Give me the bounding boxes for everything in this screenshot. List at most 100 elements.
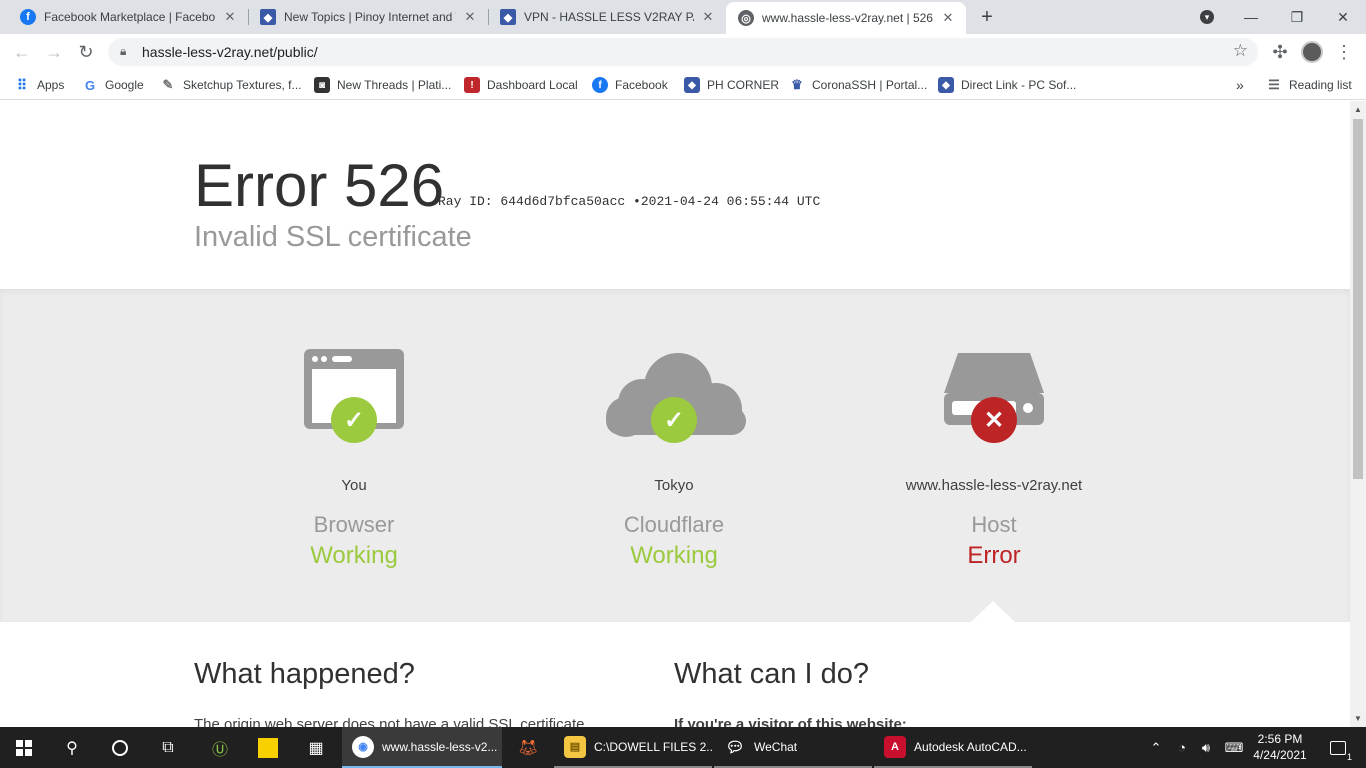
show-hidden-icons[interactable]: ⌃ <box>1142 727 1170 768</box>
qr-code-icon[interactable]: ▦ <box>292 727 340 768</box>
taskbar-app-explorer[interactable]: ▤ C:\DOWELL FILES 2... <box>554 727 712 768</box>
address-bar[interactable]: 🔒︎ hassle-less-v2ray.net/public/ ☆ <box>108 38 1258 66</box>
platinum-icon: ◙ <box>314 77 330 93</box>
facebook-icon: f <box>20 9 36 25</box>
lock-icon[interactable]: 🔒︎ <box>120 44 126 59</box>
cortana-icon[interactable] <box>96 727 144 768</box>
close-icon[interactable]: ✕ <box>940 10 956 26</box>
bookmark-new-threads[interactable]: ◙ New Threads | Plati... <box>314 76 451 94</box>
tab-strip: f Facebook Marketplace | Facebo ✕ ◆ New … <box>0 0 1366 34</box>
menu-icon[interactable]: ⋮ <box>1332 40 1356 64</box>
node-host: ✕ www.hassle-less-v2ray.net Host Error <box>864 289 1124 570</box>
bullet: • <box>633 194 641 209</box>
close-icon[interactable]: ✕ <box>222 9 238 25</box>
restore-button[interactable]: ❐ <box>1274 0 1320 34</box>
what-can-i-do-heading: What can I do? <box>674 658 870 690</box>
node-place: You <box>341 477 367 494</box>
tab-facebook-marketplace[interactable]: f Facebook Marketplace | Facebo ✕ <box>8 0 248 34</box>
ray-id: Ray ID: 644d6d7bfca50acc <box>438 194 626 209</box>
bookmark-ph-corner[interactable]: ◆ PH CORNER <box>684 76 779 94</box>
bookmark-apps[interactable]: ⠿ Apps <box>14 76 65 94</box>
tab-title: Facebook Marketplace | Facebo <box>44 10 216 24</box>
node-status: Working <box>630 542 718 569</box>
reading-list-button[interactable]: ☰ Reading list <box>1266 76 1352 94</box>
node-role: Host <box>971 512 1017 537</box>
page-scrollbar[interactable]: ▲ ▼ <box>1350 101 1366 727</box>
check-icon: ✓ <box>651 397 697 443</box>
node-role: Cloudflare <box>623 512 725 537</box>
taskbar-app-wechat[interactable]: 💬︎ WeChat <box>714 727 872 768</box>
bookmark-label: Google <box>105 78 144 92</box>
scroll-up-icon[interactable]: ▲ <box>1354 105 1362 114</box>
status-diagram: ✓ You Browser Working ✓ Tokyo Cloudflare… <box>0 289 1350 622</box>
apps-grid-icon: ⠿ <box>16 76 28 93</box>
check-icon: ✓ <box>331 397 377 443</box>
error-x-icon: ✕ <box>971 397 1017 443</box>
upwork-icon[interactable]: Ⓤ <box>196 727 244 768</box>
bookmark-label: Apps <box>37 78 65 92</box>
start-button[interactable] <box>0 727 48 768</box>
tab-vpn-panel[interactable]: ◆ VPN - HASSLE LESS V2RAY PANEL ✕ <box>488 0 726 34</box>
what-happened-text: The origin web server does not have a va… <box>194 716 589 727</box>
taskbar-app-autocad[interactable]: A Autodesk AutoCAD... <box>874 727 1032 768</box>
windows-taskbar: ⚲ ⧉ Ⓤ ▦ ◉ www.hassle-less-v2... 🦊︎ ▤ C:\… <box>0 727 1366 768</box>
firefox-icon[interactable]: 🦊︎ <box>504 727 552 768</box>
minimize-button[interactable]: — <box>1228 0 1274 34</box>
bookmark-dashboard-local[interactable]: ! Dashboard Local <box>464 76 578 94</box>
node-place: www.hassle-less-v2ray.net <box>905 477 1083 494</box>
tab-title: VPN - HASSLE LESS V2RAY PANEL <box>524 10 694 24</box>
cloud-icon: ✓ <box>594 347 754 457</box>
taskbar-app-chrome[interactable]: ◉ www.hassle-less-v2... <box>342 727 502 768</box>
tab-new-topics[interactable]: ◆ New Topics | Pinoy Internet and T ✕ <box>248 0 488 34</box>
node-browser: ✓ You Browser Working <box>224 289 484 570</box>
keyboard-icon[interactable]: ⌨ <box>1218 727 1250 768</box>
chrome-icon: ◉ <box>352 735 374 758</box>
bookmarks-bar: ⠿ Apps G Google ✎ Sketchup Textures, f..… <box>0 70 1366 100</box>
bookmark-direct-link[interactable]: ◆ Direct Link - PC Sof... <box>938 76 1076 94</box>
clock-time: 2:56 PM <box>1257 732 1303 746</box>
forward-button[interactable]: → <box>42 40 66 64</box>
task-view-icon[interactable]: ⧉ <box>144 727 192 768</box>
google-icon: G <box>84 77 96 93</box>
scroll-down-icon[interactable]: ▼ <box>1354 714 1362 723</box>
search-icon[interactable]: ⚲ <box>48 727 96 768</box>
reload-button[interactable]: ↻ <box>74 40 98 64</box>
phcorner-icon: ◆ <box>260 9 276 25</box>
info-section: What happened? The origin web server doe… <box>0 622 1350 727</box>
bookmark-facebook[interactable]: f Facebook <box>592 76 668 94</box>
close-icon[interactable]: ✕ <box>462 9 478 25</box>
bookmark-sketchup[interactable]: ✎ Sketchup Textures, f... <box>160 76 302 94</box>
close-window-button[interactable]: ✕ <box>1320 0 1366 34</box>
bookmark-google[interactable]: G Google <box>82 76 144 94</box>
bookmark-label: PH CORNER <box>707 78 780 92</box>
what-happened-heading: What happened? <box>194 658 415 690</box>
system-clock[interactable]: 2:56 PM 4/24/2021 <box>1253 731 1307 763</box>
scrollbar-thumb[interactable] <box>1353 119 1363 479</box>
node-cloudflare: ✓ Tokyo Cloudflare Working <box>544 289 804 570</box>
bookmark-label: Direct Link - PC Sof... <box>961 78 1077 92</box>
phcorner-icon: ◆ <box>938 77 954 93</box>
crown-icon: ♛ <box>791 77 803 92</box>
more-bookmarks-button[interactable]: » <box>1236 76 1244 94</box>
bookmark-star-icon[interactable]: ☆ <box>1233 41 1248 61</box>
close-icon[interactable]: ✕ <box>700 9 716 25</box>
error-pointer <box>971 601 1015 622</box>
bookmark-label: New Threads | Plati... <box>337 78 452 92</box>
tab-title: www.hassle-less-v2ray.net | 526: I <box>762 11 934 25</box>
volume-icon[interactable]: 🔊︎ <box>1192 727 1220 768</box>
extensions-icon[interactable]: ✣ <box>1268 40 1292 64</box>
phcorner-icon: ◆ <box>500 9 516 25</box>
tab-active-hassle-less[interactable]: ◎ www.hassle-less-v2ray.net | 526: I ✕ <box>726 2 966 34</box>
new-tab-button[interactable]: + <box>976 6 998 28</box>
sketchup-icon: ✎ <box>162 77 174 92</box>
tab-title: New Topics | Pinoy Internet and T <box>284 10 456 24</box>
profile-avatar[interactable] <box>1300 40 1324 64</box>
browser-icon: ✓ <box>274 347 434 457</box>
back-button[interactable]: ← <box>10 40 34 64</box>
bookmark-coronassh[interactable]: ♛ CoronaSSH | Portal... <box>789 76 927 94</box>
tab-search-icon[interactable]: ▾ <box>1184 0 1230 34</box>
url-text: hassle-less-v2ray.net/public/ <box>142 44 318 60</box>
notification-count: 1 <box>1345 751 1353 762</box>
notification-center-icon[interactable]: 1 <box>1316 727 1360 768</box>
sticky-notes-icon[interactable] <box>244 727 292 768</box>
